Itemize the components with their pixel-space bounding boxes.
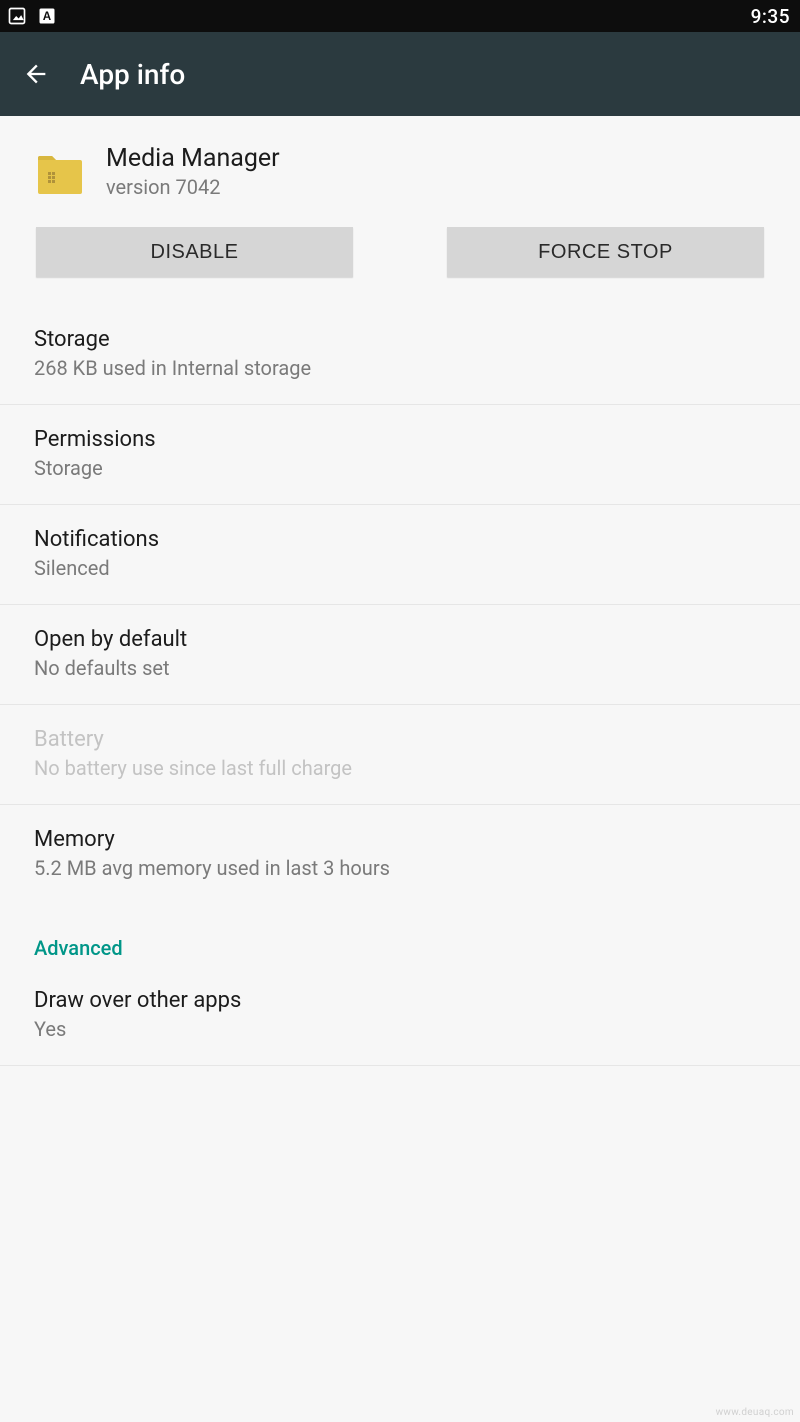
app-name: Media Manager <box>106 144 280 173</box>
storage-sub: 268 KB used in Internal storage <box>34 356 766 380</box>
notifications-sub: Silenced <box>34 556 766 580</box>
disable-button[interactable]: DISABLE <box>36 227 353 277</box>
folder-icon <box>34 146 86 198</box>
open-by-default-row[interactable]: Open by default No defaults set <box>0 605 800 705</box>
storage-title: Storage <box>34 327 766 352</box>
app-header: Media Manager version 7042 <box>0 116 800 223</box>
app-version: version 7042 <box>106 175 280 199</box>
advanced-category-label: Advanced <box>0 904 800 966</box>
app-bar: App info <box>0 32 800 116</box>
content-scroll[interactable]: Media Manager version 7042 DISABLE FORCE… <box>0 116 800 1066</box>
image-notification-icon <box>6 5 28 27</box>
status-bar-left: A <box>6 5 58 27</box>
battery-row: Battery No battery use since last full c… <box>0 705 800 805</box>
open-by-default-sub: No defaults set <box>34 656 766 680</box>
memory-row[interactable]: Memory 5.2 MB avg memory used in last 3 … <box>0 805 800 904</box>
page-title: App info <box>80 58 185 91</box>
watermark: www.deuaq.com <box>716 1407 794 1418</box>
arrow-back-icon <box>22 60 50 88</box>
action-button-row: DISABLE FORCE STOP <box>0 223 800 305</box>
permissions-row[interactable]: Permissions Storage <box>0 405 800 505</box>
memory-title: Memory <box>34 827 766 852</box>
permissions-sub: Storage <box>34 456 766 480</box>
app-title-block: Media Manager version 7042 <box>106 144 280 199</box>
font-notification-icon: A <box>36 5 58 27</box>
status-bar: A 9:35 <box>0 0 800 32</box>
permissions-title: Permissions <box>34 427 766 452</box>
notifications-title: Notifications <box>34 527 766 552</box>
back-button[interactable] <box>18 56 54 92</box>
storage-row[interactable]: Storage 268 KB used in Internal storage <box>0 305 800 405</box>
draw-over-apps-sub: Yes <box>34 1017 766 1041</box>
draw-over-apps-title: Draw over other apps <box>34 988 766 1013</box>
battery-title: Battery <box>34 727 766 752</box>
battery-sub: No battery use since last full charge <box>34 756 766 780</box>
svg-text:A: A <box>43 10 52 23</box>
open-by-default-title: Open by default <box>34 627 766 652</box>
draw-over-apps-row[interactable]: Draw over other apps Yes <box>0 966 800 1066</box>
status-bar-clock: 9:35 <box>751 5 790 28</box>
notifications-row[interactable]: Notifications Silenced <box>0 505 800 605</box>
force-stop-button[interactable]: FORCE STOP <box>447 227 764 277</box>
memory-sub: 5.2 MB avg memory used in last 3 hours <box>34 856 766 880</box>
app-icon <box>34 146 86 198</box>
